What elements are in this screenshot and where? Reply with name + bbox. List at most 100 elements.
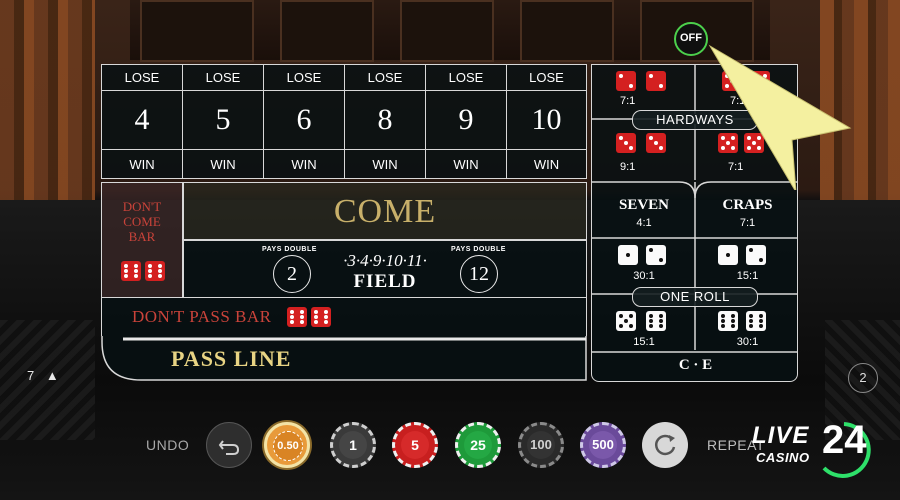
- twelve-bet[interactable]: 30:1: [696, 303, 799, 353]
- dont-pass-bar-bet[interactable]: DON'T PASS BAR: [101, 298, 587, 336]
- place-bet-6[interactable]: LOSE 6 WIN: [264, 65, 345, 178]
- field-numbers: ·3·4·9·10·11·: [343, 251, 427, 270]
- ce-bet[interactable]: C · E: [592, 357, 799, 374]
- lose-label[interactable]: LOSE: [102, 65, 182, 91]
- come-bet[interactable]: COME: [183, 182, 587, 240]
- chip-1[interactable]: 1: [330, 422, 376, 468]
- lose-label[interactable]: LOSE: [345, 65, 425, 91]
- logo-24-text: 24: [822, 418, 867, 462]
- red-die-icon: [311, 307, 331, 327]
- win-label[interactable]: WIN: [507, 149, 586, 178]
- aces-odds: 15:1: [736, 270, 759, 282]
- red-die-icon: [646, 133, 666, 153]
- limit-value: 7: [27, 368, 35, 383]
- place-bet-9[interactable]: LOSE 9 WIN: [426, 65, 507, 178]
- logo-casino-text: CASINO: [756, 450, 810, 465]
- yo-eleven-bet[interactable]: 15:1: [592, 303, 696, 353]
- triangle-up-icon: ▲: [45, 368, 59, 383]
- wood-wall-left: [0, 0, 95, 205]
- repeat-icon: [654, 434, 676, 456]
- bet-limit-indicator[interactable]: 7 ▲: [27, 368, 59, 383]
- white-die-icon: [618, 245, 638, 265]
- place-bets-grid: LOSE 4 WIN LOSE 5 WIN LOSE 6 WIN LOSE 8 …: [101, 64, 587, 179]
- number-value[interactable]: 6: [264, 91, 344, 149]
- cabinet-panel: [520, 0, 614, 62]
- seven-label: SEVEN: [618, 197, 670, 213]
- white-die-icon: [616, 311, 636, 331]
- red-die-icon: [616, 133, 636, 153]
- cabinet-panel: [400, 0, 494, 62]
- chip-0-50[interactable]: 0.50: [264, 422, 310, 468]
- pass-line-label: PASS LINE: [171, 346, 292, 371]
- red-die-icon: [646, 71, 666, 91]
- yo-left-odds: 15:1: [633, 336, 655, 348]
- white-die-icon: [718, 311, 738, 331]
- number-value[interactable]: 5: [183, 91, 263, 149]
- chip-value: 25: [464, 431, 492, 459]
- place-bet-8[interactable]: LOSE 8 WIN: [345, 65, 426, 178]
- seven-odds: 4:1: [636, 217, 652, 229]
- cabinet-panel: [280, 0, 374, 62]
- chip-500[interactable]: 500: [580, 422, 626, 468]
- white-die-icon: [718, 245, 738, 265]
- place-bet-5[interactable]: LOSE 5 WIN: [183, 65, 264, 178]
- place-bet-10[interactable]: LOSE 10 WIN: [507, 65, 586, 178]
- win-label[interactable]: WIN: [264, 149, 344, 178]
- yo-right-odds: 30:1: [736, 336, 759, 348]
- number-value[interactable]: 9: [426, 91, 506, 149]
- live-casino-24-logo: LIVE CASINO 24: [752, 418, 892, 478]
- hard-6-bet[interactable]: 9:1: [592, 127, 696, 181]
- any-seven-bet[interactable]: SEVEN 4:1: [592, 185, 696, 239]
- chip-value: 500: [589, 431, 617, 459]
- chip-value: 100: [527, 431, 555, 459]
- chip-value: 0.50: [273, 431, 303, 461]
- red-die-icon: [121, 261, 141, 281]
- win-label[interactable]: WIN: [426, 149, 506, 178]
- red-die-icon: [145, 261, 165, 281]
- win-label[interactable]: WIN: [345, 149, 425, 178]
- lose-label[interactable]: LOSE: [426, 65, 506, 91]
- cabinet-panel: [140, 0, 254, 62]
- logo-live-text: LIVE: [752, 422, 810, 449]
- chip-value: 5: [401, 431, 429, 459]
- chip-value: 1: [339, 431, 367, 459]
- chip-5[interactable]: 5: [392, 422, 438, 468]
- lose-label[interactable]: LOSE: [507, 65, 586, 91]
- hard-6-odds: 9:1: [620, 161, 636, 173]
- field-label: FIELD: [353, 271, 417, 292]
- white-die-icon: [746, 311, 766, 331]
- dont-come-bar-bet[interactable]: DON'T COME BAR: [101, 182, 183, 298]
- main-bet-area: DON'T COME BAR COME PAYS DOUBLE 2 ·3·4·9…: [101, 182, 587, 382]
- pointer-arrow-icon: [708, 44, 852, 190]
- chip-100[interactable]: 100: [518, 422, 564, 468]
- undo-button[interactable]: [206, 422, 252, 468]
- white-die-icon: [746, 245, 766, 265]
- craps-odds: 7:1: [739, 217, 756, 229]
- win-label[interactable]: WIN: [102, 149, 182, 178]
- hard-4-odds: 7:1: [620, 95, 636, 107]
- come-label: COME: [333, 193, 437, 230]
- lose-label[interactable]: LOSE: [183, 65, 263, 91]
- chip-25[interactable]: 25: [455, 422, 501, 468]
- right-badge[interactable]: 2: [848, 363, 878, 393]
- red-die-icon: [616, 71, 636, 91]
- win-label[interactable]: WIN: [183, 149, 263, 178]
- repeat-button[interactable]: [642, 422, 688, 468]
- undo-icon: [218, 439, 239, 455]
- pass-line-bet[interactable]: PASS LINE: [101, 336, 587, 382]
- number-value[interactable]: 8: [345, 91, 425, 149]
- number-value[interactable]: 4: [102, 91, 182, 149]
- back-cabinet: [130, 0, 770, 62]
- lose-label[interactable]: LOSE: [264, 65, 344, 91]
- pays-double-label: PAYS DOUBLE: [451, 246, 506, 253]
- white-die-icon: [646, 245, 666, 265]
- place-bet-4[interactable]: LOSE 4 WIN: [102, 65, 183, 178]
- dont-pass-bar-label: DON'T PASS BAR: [132, 307, 272, 326]
- undo-label[interactable]: UNDO: [146, 437, 189, 453]
- field-twelve: 12: [460, 255, 498, 293]
- number-value[interactable]: 10: [507, 91, 586, 149]
- dont-come-bar-label: DON'T COME BAR: [122, 199, 162, 244]
- any-craps-bet[interactable]: CRAPS 7:1: [696, 185, 799, 239]
- field-bet[interactable]: PAYS DOUBLE 2 ·3·4·9·10·11· FIELD PAYS D…: [183, 240, 587, 298]
- ace-deuce-odds: 30:1: [633, 270, 655, 282]
